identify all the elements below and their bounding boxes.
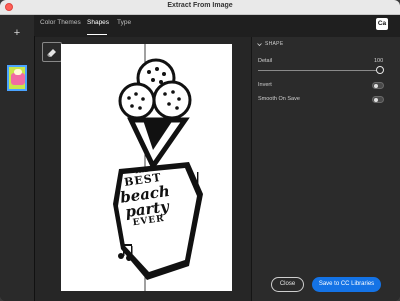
detail-label: Detail [258, 58, 273, 64]
extract-from-image-window: Extract From Image + Color Themes Shapes… [0, 0, 400, 301]
window-title: Extract From Image [167, 2, 233, 9]
account-avatar[interactable]: Ca [376, 18, 388, 30]
eraser-icon[interactable] [42, 42, 62, 62]
thumbnail-art-top [14, 69, 22, 75]
plus-icon[interactable]: + [11, 27, 23, 39]
active-tab-indicator [87, 34, 107, 35]
tab-shapes[interactable]: Shapes [87, 19, 109, 26]
chevron-down-icon[interactable] [257, 42, 262, 47]
save-to-cc-libraries-button[interactable]: Save to CC Libraries [312, 277, 381, 292]
invert-toggle[interactable] [372, 82, 384, 89]
close-button[interactable]: Close [271, 277, 304, 292]
tab-type[interactable]: Type [117, 19, 131, 26]
selected-image-thumbnail[interactable] [7, 65, 27, 91]
detail-slider-track[interactable] [258, 70, 380, 71]
invert-label: Invert [258, 82, 272, 88]
tab-color-themes[interactable]: Color Themes [40, 19, 81, 26]
detail-value: 100 [374, 58, 384, 64]
smooth-on-save-label: Smooth On Save [258, 96, 300, 102]
title-bar: Extract From Image [0, 0, 400, 15]
shape-settings-panel [251, 37, 400, 301]
detail-slider-handle[interactable] [376, 66, 384, 74]
smooth-on-save-toggle[interactable] [372, 96, 384, 103]
image-sidebar: + [0, 15, 35, 301]
tab-bar: Color Themes Shapes Type [34, 15, 400, 36]
shape-section-title: SHAPE [265, 41, 284, 47]
